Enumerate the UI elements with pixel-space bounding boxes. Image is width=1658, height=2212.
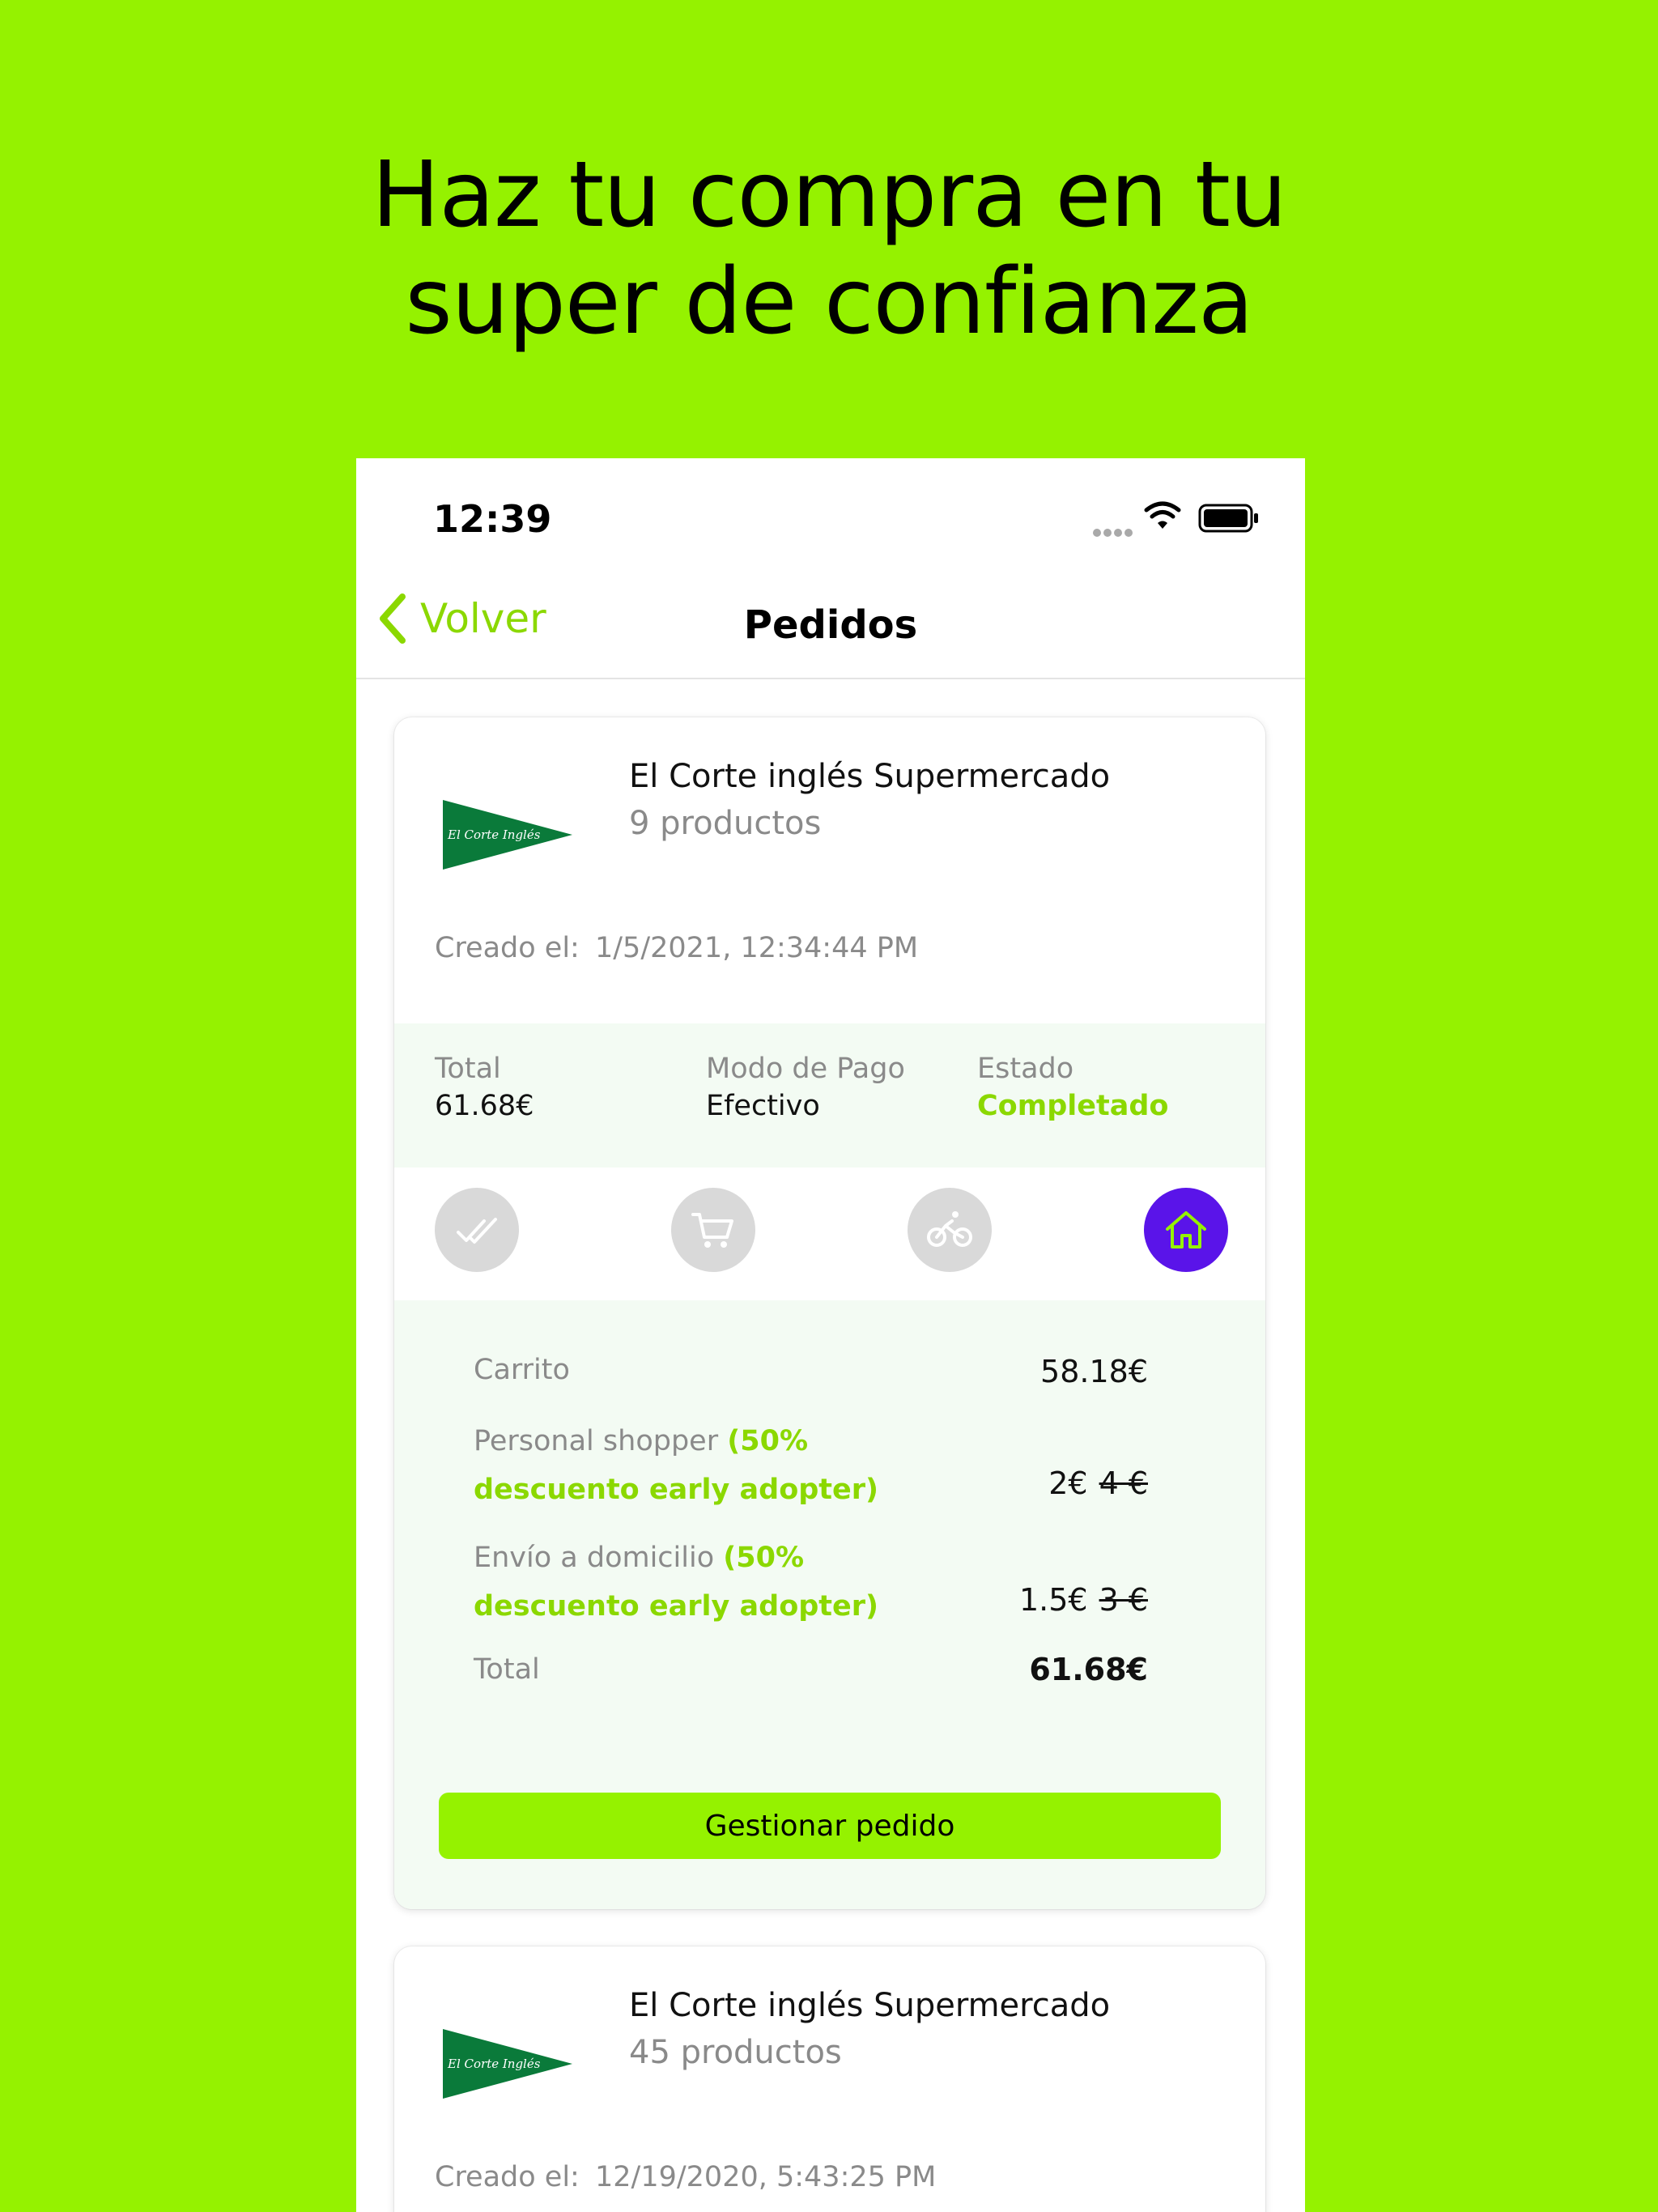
headline-line-1: Haz tu compra en tu [372, 143, 1287, 248]
summary-status: Estado Completado [977, 1053, 1168, 1122]
store-name: El Corte inglés Supermercado [629, 1987, 1111, 2024]
signal-dots-icon [1093, 525, 1135, 540]
created-label: Creado el: [435, 932, 580, 964]
manage-order-button[interactable]: Gestionar pedido [439, 1793, 1221, 1859]
order-card[interactable]: El Corte Inglés El Corte inglés Supermer… [394, 717, 1265, 1909]
page-title: Pedidos [743, 602, 918, 648]
summary-payment-value: Efectivo [706, 1090, 820, 1122]
delivery-old-amount: 3 € [1099, 1582, 1148, 1618]
battery-icon [1198, 504, 1258, 533]
store-logo-icon: El Corte Inglés [443, 2029, 572, 2099]
created-value: 12/19/2020, 5:43:25 PM [595, 2161, 937, 2193]
shopper-amount: 2€ [1048, 1465, 1088, 1501]
shopper-label: Personal shopper [474, 1425, 719, 1457]
shopper-fee-amount: 2€ 4 € [1048, 1465, 1148, 1501]
total-label: Total [474, 1653, 540, 1686]
summary-total: Total 61.68€ [435, 1053, 534, 1122]
step-delivery [908, 1188, 992, 1272]
created-value: 1/5/2021, 12:34:44 PM [595, 932, 919, 964]
product-count: 45 productos [629, 2034, 842, 2071]
headline: Haz tu compra en tu super de confianza [0, 142, 1658, 355]
delivery-label: Envío a domicilio [474, 1542, 715, 1574]
created-date: Creado el: 1/5/2021, 12:34:44 PM [435, 932, 918, 964]
delivery-fee-label: Envío a domicilio (50% descuento early a… [474, 1534, 976, 1631]
cart-amount: 58.18€ [1040, 1354, 1148, 1389]
summary-total-label: Total [435, 1053, 501, 1085]
step-confirmed [435, 1188, 519, 1272]
created-date: Creado el: 12/19/2020, 5:43:25 PM [435, 2161, 936, 2193]
store-name: El Corte inglés Supermercado [629, 758, 1111, 795]
shopper-old-amount: 4 € [1099, 1465, 1148, 1501]
svg-text:El Corte Inglés: El Corte Inglés [447, 2057, 541, 2071]
summary-payment-label: Modo de Pago [706, 1053, 905, 1085]
order-summary: Total 61.68€ Modo de Pago Efectivo Estad… [394, 1023, 1265, 1168]
svg-text:El Corte Inglés: El Corte Inglés [447, 827, 541, 842]
status-time: 12:39 [433, 497, 552, 541]
summary-payment: Modo de Pago Efectivo [706, 1053, 905, 1122]
product-count: 9 productos [629, 805, 822, 842]
phone-screen: 12:39 Volver Pedidos El Corte Inglés El … [356, 458, 1305, 2212]
order-progress-steps [394, 1168, 1265, 1300]
store-logo-icon: El Corte Inglés [443, 800, 572, 870]
summary-status-label: Estado [977, 1053, 1074, 1085]
headline-line-2: super de confianza [405, 249, 1253, 355]
nav-divider [356, 678, 1305, 679]
total-amount: 61.68€ [1029, 1652, 1148, 1687]
summary-total-value: 61.68€ [435, 1090, 534, 1122]
delivery-fee-amount: 1.5€ 3 € [1019, 1582, 1148, 1618]
order-card[interactable]: El Corte Inglés El Corte inglés Supermer… [394, 1946, 1265, 2212]
summary-status-value: Completado [977, 1090, 1169, 1122]
cart-icon [691, 1213, 733, 1248]
shopper-fee-label: Personal shopper (50% descuento early ad… [474, 1417, 976, 1514]
bike-icon [927, 1211, 972, 1247]
step-delivered [1144, 1188, 1228, 1272]
double-check-icon [457, 1218, 497, 1244]
home-icon [1166, 1211, 1206, 1249]
wifi-icon [1144, 501, 1181, 529]
cart-label: Carrito [474, 1354, 570, 1386]
step-shopping [671, 1188, 755, 1272]
created-label: Creado el: [435, 2161, 580, 2193]
delivery-amount: 1.5€ [1018, 1582, 1088, 1618]
